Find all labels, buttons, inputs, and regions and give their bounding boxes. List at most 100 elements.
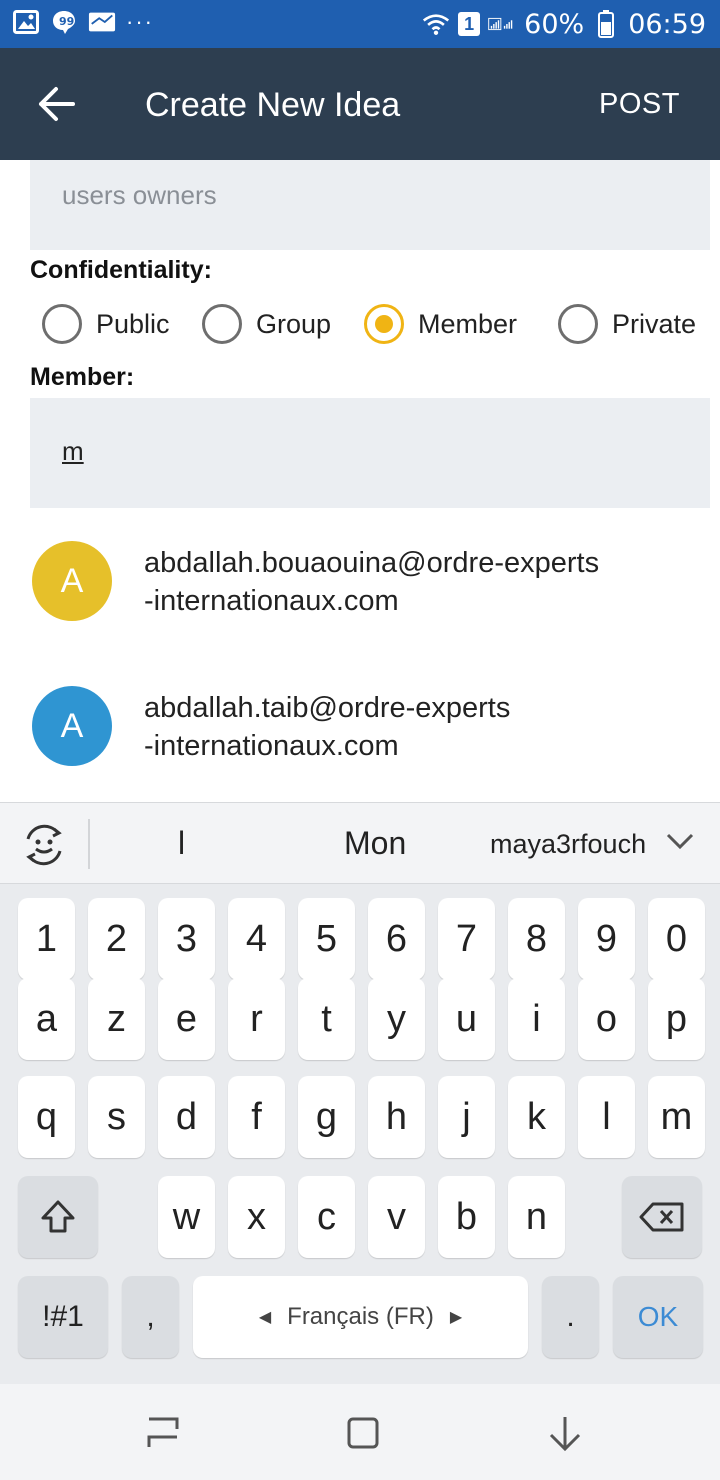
key-x[interactable]: x — [228, 1176, 285, 1258]
key-f[interactable]: f — [228, 1076, 285, 1158]
space-language-label: Français (FR) — [287, 1303, 434, 1330]
key-2[interactable]: 2 — [88, 898, 145, 980]
radio-public-label: Public — [96, 308, 170, 339]
signal-icon — [488, 10, 516, 38]
key-o[interactable]: o — [578, 978, 635, 1060]
key-0[interactable]: 0 — [648, 898, 705, 980]
shift-arrow-icon — [41, 1200, 75, 1233]
key-p[interactable]: p — [648, 978, 705, 1060]
notification-icons: 99 ··· — [12, 8, 154, 36]
status-bar: 99 ··· 1 60% 06:59 — [0, 0, 720, 48]
key-b[interactable]: b — [438, 1176, 495, 1258]
key-9[interactable]: 9 — [578, 898, 635, 980]
radio-group-label: Group — [256, 308, 332, 339]
radio-group-circle — [202, 304, 242, 344]
key-m[interactable]: m — [648, 1076, 705, 1158]
key-r[interactable]: r — [228, 978, 285, 1060]
battery-percent: 60% — [524, 8, 585, 40]
avatar: A — [32, 686, 112, 766]
users-owners-placeholder: users owners — [62, 180, 217, 210]
chevron-down-icon[interactable] — [666, 831, 694, 851]
backspace-key[interactable] — [622, 1176, 702, 1258]
key-d[interactable]: d — [158, 1076, 215, 1158]
home-icon[interactable] — [340, 1410, 386, 1456]
key-6[interactable]: 6 — [368, 898, 425, 980]
suggestion-item[interactable]: A abdallah.bouaouina@ordre-experts -inte… — [0, 520, 720, 640]
confidentiality-label: Confidentiality: — [30, 256, 212, 284]
clock: 06:59 — [628, 8, 706, 40]
space-key[interactable]: ◀ Français (FR) ▶ — [193, 1276, 528, 1358]
suggestion-item[interactable]: A abdallah.taib@ordre-experts -internati… — [0, 665, 720, 785]
post-button[interactable]: POST — [599, 88, 680, 121]
key-v[interactable]: v — [368, 1176, 425, 1258]
gallery-icon — [12, 8, 40, 36]
users-owners-input[interactable]: users owners — [30, 160, 710, 250]
prediction-2[interactable]: Mon — [344, 825, 406, 862]
key-h[interactable]: h — [368, 1076, 425, 1158]
system-nav-bar — [0, 1384, 720, 1480]
member-input[interactable]: m — [30, 398, 710, 508]
app-icon — [88, 8, 116, 36]
suggestion-email: abdallah.bouaouina@ordre-experts -intern… — [144, 544, 704, 620]
radio-private-circle — [558, 304, 598, 344]
avatar: A — [32, 541, 112, 621]
suggestion-email-line1: abdallah.taib@ordre-experts — [144, 692, 511, 724]
chevron-right-icon: ▶ — [449, 1309, 463, 1326]
app-bar: Create New Idea POST — [0, 48, 720, 160]
key-g[interactable]: g — [298, 1076, 355, 1158]
prediction-3[interactable]: maya3rfouch — [490, 829, 646, 860]
key-8[interactable]: 8 — [508, 898, 565, 980]
key-y[interactable]: y — [368, 978, 425, 1060]
key-k[interactable]: k — [508, 1076, 565, 1158]
radio-public[interactable]: Public — [42, 304, 170, 344]
key-e[interactable]: e — [158, 978, 215, 1060]
member-input-value: m — [62, 436, 84, 466]
key-1[interactable]: 1 — [18, 898, 75, 980]
back-down-icon[interactable] — [542, 1410, 588, 1456]
key-i[interactable]: i — [508, 978, 565, 1060]
member-label: Member: — [30, 363, 135, 391]
back-button[interactable] — [30, 78, 82, 130]
key-a[interactable]: a — [18, 978, 75, 1060]
page-title: Create New Idea — [145, 86, 401, 124]
key-u[interactable]: u — [438, 978, 495, 1060]
key-w[interactable]: w — [158, 1176, 215, 1258]
shift-key[interactable] — [18, 1176, 98, 1258]
key-3[interactable]: 3 — [158, 898, 215, 980]
radio-member-label: Member — [418, 308, 518, 339]
key-c[interactable]: c — [298, 1176, 355, 1258]
key-z[interactable]: z — [88, 978, 145, 1060]
suggestion-email-line2: -internationaux.com — [144, 585, 399, 617]
prediction-1[interactable]: l — [178, 825, 185, 862]
recent-apps-icon[interactable] — [140, 1410, 186, 1456]
emoji-toggle-icon[interactable] — [20, 821, 68, 869]
system-status: 1 60% 06:59 — [422, 6, 706, 42]
key-q[interactable]: q — [18, 1076, 75, 1158]
key-n[interactable]: n — [508, 1176, 565, 1258]
symbols-key[interactable]: !#1 — [18, 1276, 108, 1358]
keyboard-prediction-bar: l Mon maya3rfouch — [0, 802, 720, 884]
radio-private[interactable]: Private — [558, 304, 696, 344]
radio-group[interactable]: Group — [202, 304, 331, 344]
backspace-icon — [639, 1202, 684, 1232]
radio-public-circle — [42, 304, 82, 344]
key-s[interactable]: s — [88, 1076, 145, 1158]
ok-key[interactable]: OK — [613, 1276, 703, 1358]
period-key[interactable]: . — [542, 1276, 599, 1358]
key-5[interactable]: 5 — [298, 898, 355, 980]
key-t[interactable]: t — [298, 978, 355, 1060]
chat-bubble-icon: 99 — [50, 8, 78, 36]
sim-slot-badge: 1 — [458, 12, 481, 36]
key-j[interactable]: j — [438, 1076, 495, 1158]
toolbar-divider — [88, 819, 90, 869]
radio-member-circle — [364, 304, 404, 344]
key-l[interactable]: l — [578, 1076, 635, 1158]
chevron-left-icon: ◀ — [258, 1309, 272, 1326]
key-4[interactable]: 4 — [228, 898, 285, 980]
suggestion-email: abdallah.taib@ordre-experts -internation… — [144, 689, 704, 765]
comma-key[interactable]: , — [122, 1276, 179, 1358]
key-7[interactable]: 7 — [438, 898, 495, 980]
radio-private-label: Private — [612, 308, 697, 339]
radio-member[interactable]: Member — [364, 304, 517, 344]
overflow-dots: ··· — [126, 9, 154, 34]
